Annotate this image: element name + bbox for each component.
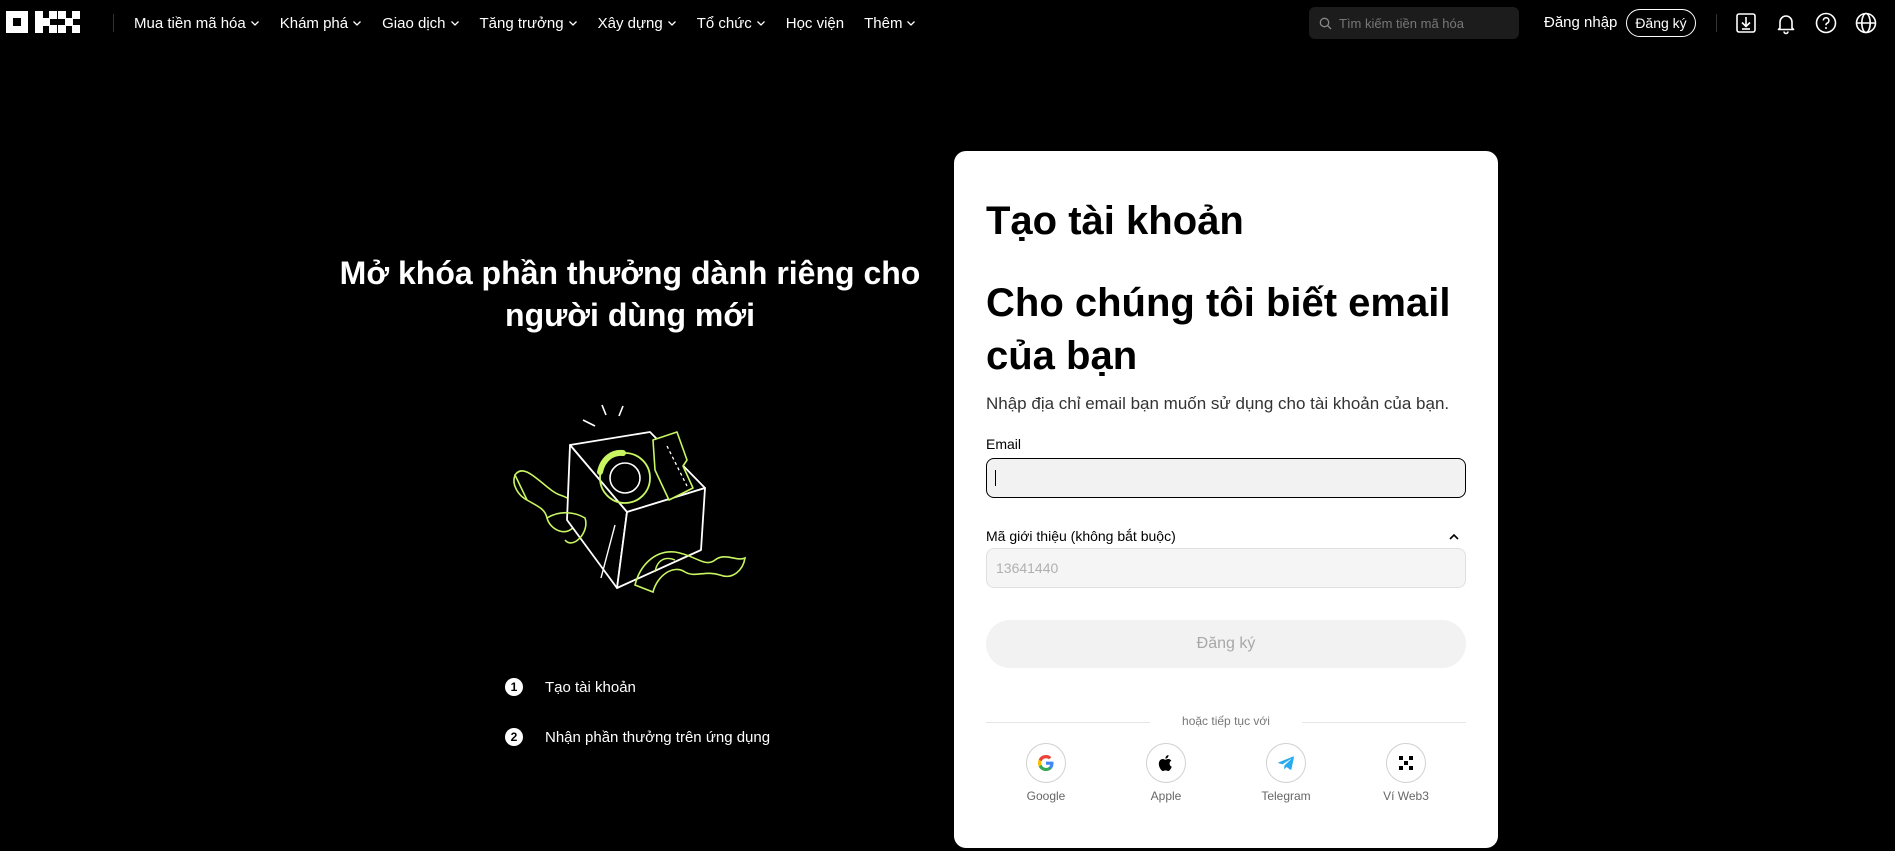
nav-item-trade[interactable]: Giao dịch [382,15,459,32]
step-label: Nhận phần thưởng trên ứng dụng [545,728,771,746]
referral-label: Mã giới thiệu (không bắt buộc) [986,528,1176,544]
chevron-down-icon [667,21,676,26]
reward-steps: 1 Tạo tài khoản 2 Nhận phần thưởng trên … [505,662,770,762]
chevron-down-icon [353,21,362,26]
nav-item-more[interactable]: Thêm [864,15,916,32]
okx-logo[interactable] [6,11,86,35]
search-input[interactable]: Tìm kiếm tiền mã hóa [1309,7,1519,39]
step-item: 1 Tạo tài khoản [505,662,770,712]
gift-box-illustration [513,404,747,594]
form-subtitle: Nhập địa chỉ email bạn muốn sử dụng cho … [986,394,1450,413]
referral-toggle[interactable]: Mã giới thiệu (không bắt buộc) [986,528,1466,548]
social-icon-circle [1026,743,1066,783]
search-icon [1319,17,1332,29]
help-icon[interactable] [1814,11,1838,35]
step-number: 1 [505,678,523,696]
chevron-down-icon [756,21,765,26]
nav-item-build[interactable]: Xây dựng [598,15,677,32]
social-name: Ví Web3 [1383,789,1429,803]
okx-wallet-icon [1399,756,1413,770]
web3-wallet-login-button[interactable]: Ví Web3 [1376,743,1436,803]
social-name: Apple [1150,789,1182,803]
apple-icon [1158,755,1172,771]
chevron-down-icon [450,21,459,26]
nav-item-label: Học viện [785,14,845,32]
page-title: Tạo tài khoản [986,199,1244,243]
chevron-down-icon [907,21,916,26]
nav-item-label: Tăng trưởng [479,14,564,32]
bell-icon[interactable] [1774,11,1798,35]
promo-title: Mở khóa phần thưởng dành riêng cho người… [339,255,921,333]
nav-item-buy-crypto[interactable]: Mua tiền mã hóa [134,15,260,32]
google-icon [1038,755,1054,771]
globe-icon[interactable] [1854,11,1878,35]
main-menu: Mua tiền mã hóa Khám phá Giao dịch Tăng … [134,0,916,46]
telegram-login-button[interactable]: Telegram [1256,743,1316,803]
google-login-button[interactable]: Google [1016,743,1076,803]
step-number: 2 [505,728,523,746]
nav-item-learn[interactable]: Học viện [786,15,844,32]
nav-item-label: Khám phá [279,14,349,32]
divider-text: hoặc tiếp tục với [1182,714,1270,728]
signup-submit-button[interactable]: Đăng ký [986,620,1466,668]
referral-code-input[interactable]: 13641440 [986,548,1466,588]
top-navigation: Mua tiền mã hóa Khám phá Giao dịch Tăng … [0,0,1895,46]
nav-item-explore[interactable]: Khám phá [280,15,362,32]
download-icon[interactable] [1734,11,1758,35]
nav-item-label: Thêm [864,14,903,32]
telegram-icon [1278,756,1294,770]
referral-placeholder: 13641440 [996,560,1059,576]
social-name: Telegram [1261,789,1311,803]
social-icon-circle [1146,743,1186,783]
signup-card: Tạo tài khoản Cho chúng tôi biết email c… [954,151,1498,848]
nav-divider [113,14,114,32]
chevron-down-icon [250,21,259,26]
apple-login-button[interactable]: Apple [1136,743,1196,803]
email-label: Email [986,436,1022,452]
nav-item-label: Xây dựng [597,14,663,32]
nav-item-institutional[interactable]: Tổ chức [697,15,766,32]
step-item: 2 Nhận phần thưởng trên ứng dụng [505,712,770,762]
chevron-up-icon [1449,533,1459,540]
form-heading: Cho chúng tôi biết email của bạn [986,281,1451,378]
social-icon-circle [1386,743,1426,783]
signup-button[interactable]: Đăng ký [1626,9,1696,37]
email-field[interactable] [986,458,1466,498]
social-login-options: Google Apple Telegram Ví Web3 [986,743,1466,813]
nav-item-label: Giao dịch [382,14,446,32]
social-name: Google [1026,789,1066,803]
nav-item-grow[interactable]: Tăng trưởng [480,15,578,32]
step-label: Tạo tài khoản [545,678,636,696]
social-icon-circle [1266,743,1306,783]
login-link[interactable]: Đăng nhập [1544,14,1617,31]
search-placeholder: Tìm kiếm tiền mã hóa [1339,15,1464,31]
chevron-down-icon [568,21,577,26]
nav-item-label: Tổ chức [696,14,752,32]
nav-item-label: Mua tiền mã hóa [134,14,246,32]
nav-divider [1716,14,1717,32]
text-caret [995,470,996,486]
